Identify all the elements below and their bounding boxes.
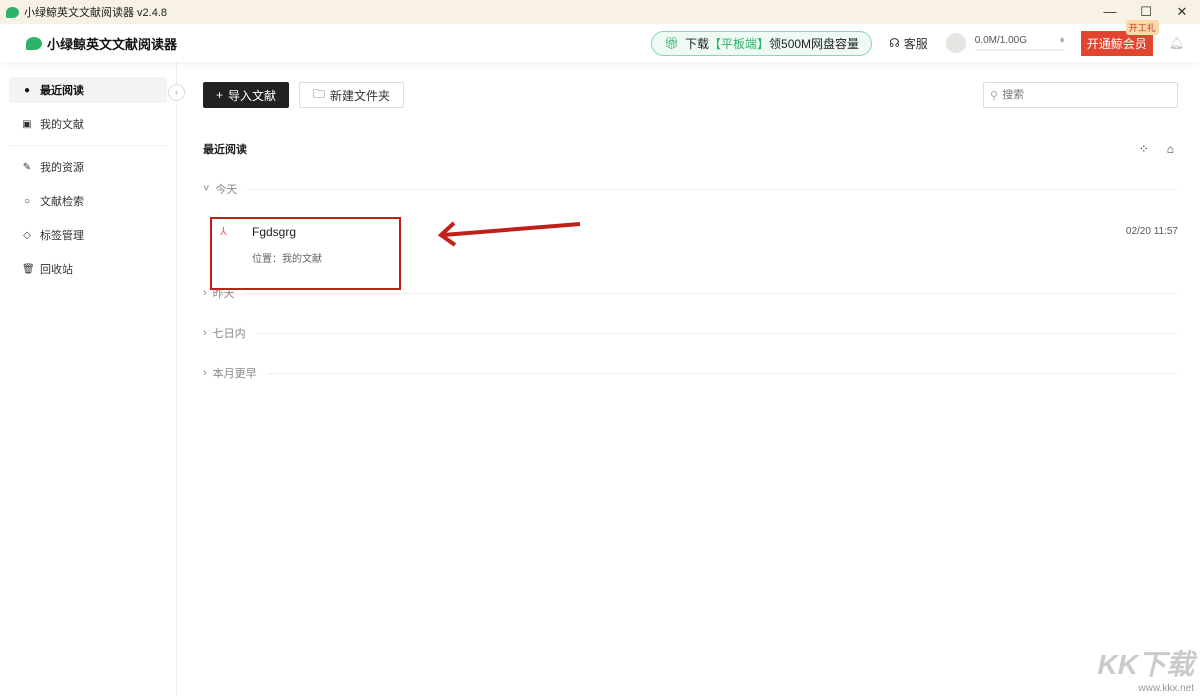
promo-prefix: 下载 xyxy=(685,36,710,51)
sidebar: ● 最近阅读 ▣ 我的文献 ✎ 我的资源 ○ 文献检索 ◇ 标签管理 🗑︎ 回收站 xyxy=(0,62,177,696)
doc-name: Fgdsgrg xyxy=(252,225,297,239)
clean-icon[interactable]: ⌂ xyxy=(1167,142,1174,156)
chevron-right-icon: › xyxy=(203,327,207,339)
chevron-down-icon: ˅ xyxy=(203,183,210,195)
promo-suffix: 领500M网盘容量 xyxy=(769,36,860,51)
group-week[interactable]: › 七日内 xyxy=(203,325,1178,341)
vip-tag: 开工礼 xyxy=(1125,19,1159,35)
page-title: 最近阅读 xyxy=(203,144,247,156)
import-label: 导入文献 xyxy=(228,88,277,103)
watermark-url: www.kkx.net xyxy=(1138,683,1194,694)
doc-location: 位置：我的文献 xyxy=(252,254,322,265)
chevron-right-icon: › xyxy=(203,367,207,379)
group-month[interactable]: › 本月更早 xyxy=(203,365,1178,381)
sidebar-item-label: 我的资源 xyxy=(40,162,84,174)
main-content: + 导入文献 🗀︎ 新建文件夹 ⚲ 最近阅读 ⁘ ⌂ ˅ 今天 ⅄ Fgdsgrg 位置… xyxy=(203,82,1178,381)
gift-icon: 🎁︎ xyxy=(663,36,679,50)
app-logo-icon xyxy=(6,6,19,18)
app-header: 小绿鲸英文文献阅读器 🎁︎ 下载 【平板端】 领500M网盘容量 ☊ 客服 0.0M/… xyxy=(0,19,1200,62)
pdf-icon: ⅄ xyxy=(220,226,227,238)
sidebar-item-label: 最近阅读 xyxy=(40,85,84,97)
sidebar-item-resources[interactable]: ✎ 我的资源 xyxy=(9,154,167,180)
annotation-arrow-icon xyxy=(437,221,581,247)
maximize-button[interactable]: ☐ xyxy=(1128,4,1164,20)
watermark-logo: KK下载 xyxy=(1097,649,1194,680)
trash-icon: 🗑︎ xyxy=(22,263,35,275)
sidebar-item-search[interactable]: ○ 文献检索 xyxy=(9,188,167,214)
sidebar-item-my-docs[interactable]: ▣ 我的文献 xyxy=(9,111,167,137)
sidebar-item-label: 我的文献 xyxy=(40,119,84,131)
bell-icon[interactable]: 🔔︎ xyxy=(1169,36,1184,50)
group-label: 今天 xyxy=(215,184,238,196)
tag-icon: ◇ xyxy=(23,229,31,241)
list-item[interactable]: ⅄ Fgdsgrg 位置：我的文献 02/20 11:57 xyxy=(203,203,1178,290)
title-bar: 小绿鲸英文文献阅读器 v2.4.8 — ☐ ✕ xyxy=(0,0,1200,24)
promo-highlight: 【平板端】 xyxy=(709,36,770,51)
sidebar-item-label: 回收站 xyxy=(40,264,73,276)
folder-icon: 🗀︎ xyxy=(313,86,326,101)
sidebar-item-trash[interactable]: 🗑︎ 回收站 xyxy=(9,256,167,282)
storage-text: 0.0M/1.00G xyxy=(974,35,1028,46)
vip-button[interactable]: 开通鲸会员 开工礼 xyxy=(1080,19,1159,56)
document-icon: ▣ xyxy=(22,118,32,130)
doc-time: 02/20 11:57 xyxy=(1125,226,1178,237)
brand-name: 小绿鲸英文文献阅读器 xyxy=(47,36,178,52)
window-title: 小绿鲸英文文献阅读器 v2.4.8 xyxy=(24,7,168,19)
sidebar-item-recent[interactable]: ● 最近阅读 xyxy=(9,77,167,103)
grid-view-icon[interactable]: ⁘ xyxy=(1139,142,1149,156)
search-icon: ○ xyxy=(23,195,31,207)
group-label: 七日内 xyxy=(212,328,246,340)
customer-service-button[interactable]: ☊ 客服 xyxy=(889,35,928,52)
service-label: 客服 xyxy=(903,36,928,51)
new-folder-button[interactable]: 🗀︎ 新建文件夹 xyxy=(299,82,405,108)
group-label: 本月更早 xyxy=(212,368,257,380)
promo-banner[interactable]: 🎁︎ 下载 【平板端】 领500M网盘容量 xyxy=(650,30,873,56)
storage-usage: 0.0M/1.00G ♦ xyxy=(974,35,1065,51)
clock-icon: ● xyxy=(23,84,31,96)
feather-icon: ✎ xyxy=(22,161,32,173)
sidebar-item-tags[interactable]: ◇ 标签管理 xyxy=(9,222,167,248)
diamond-icon: ♦ xyxy=(1059,35,1065,46)
minimize-button[interactable]: — xyxy=(1092,4,1128,20)
whale-logo-icon xyxy=(26,36,42,50)
sidebar-item-label: 标签管理 xyxy=(40,230,84,242)
brand: 小绿鲸英文文献阅读器 xyxy=(26,34,177,53)
sidebar-item-label: 文献检索 xyxy=(40,196,84,208)
headset-icon: ☊ xyxy=(889,36,900,50)
chevron-right-icon: › xyxy=(203,287,207,299)
search-input[interactable] xyxy=(1002,89,1163,101)
vip-label: 开通鲸会员 xyxy=(1086,36,1147,51)
plus-icon: + xyxy=(216,88,224,102)
avatar[interactable] xyxy=(945,33,966,53)
divider xyxy=(10,145,166,146)
collapse-sidebar-button[interactable]: ‹ xyxy=(168,84,185,101)
search-icon: ⚲ xyxy=(990,89,999,102)
watermark: KK下载 www.kkx.net xyxy=(1098,643,1194,694)
search-box[interactable]: ⚲ xyxy=(983,82,1178,108)
import-button[interactable]: + 导入文献 xyxy=(203,82,290,108)
group-today[interactable]: ˅ 今天 xyxy=(203,181,1178,197)
close-button[interactable]: ✕ xyxy=(1164,4,1200,20)
new-folder-label: 新建文件夹 xyxy=(330,88,391,103)
